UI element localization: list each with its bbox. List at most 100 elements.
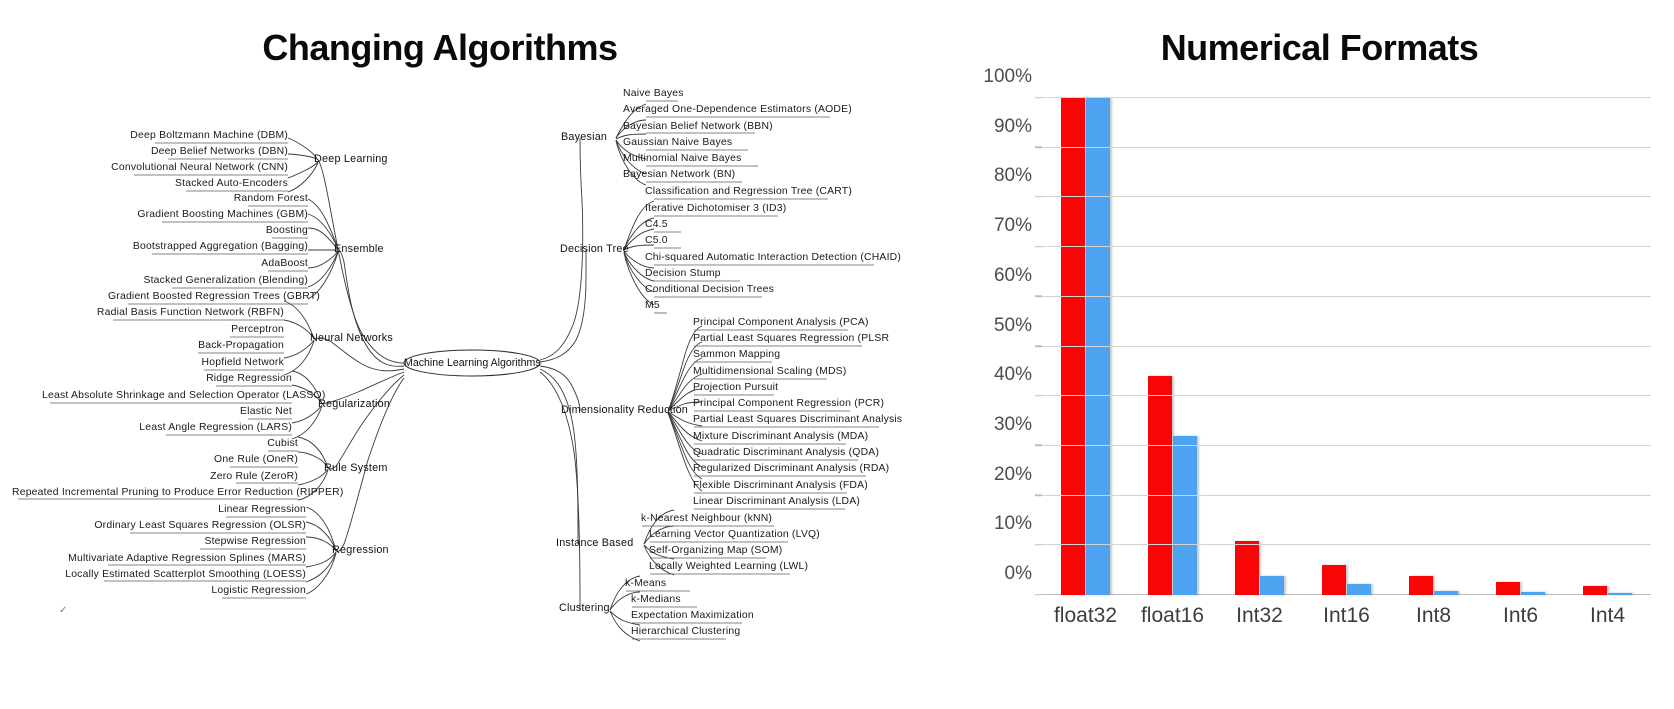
leaf-som: Self-Organizing Map (SOM) [649,545,783,556]
leaf-naive-bayes: Naive Bayes [623,88,684,99]
leaf-logistic-regression: Logistic Regression [211,585,306,596]
leaf-hierarchical-clustering: Hierarchical Clustering [631,626,741,637]
y-axis-tick-label: 10% [993,513,1032,535]
leaf-ripper: Repeated Incremental Pruning to Produce … [12,487,344,498]
leaf-stepwise-regression: Stepwise Regression [204,536,306,547]
bar-energy[interactable] [1061,98,1085,595]
leaf-perceptron: Perceptron [231,324,284,335]
y-tick-mark [1035,96,1042,99]
branch-bayesian: Bayesian [561,131,608,143]
leaf-decision-stump: Decision Stump [645,268,721,279]
leaf-random-forest: Random Forest [233,193,308,204]
x-axis-tick-label: Int8 [1415,604,1452,627]
bar-energy[interactable] [1409,576,1433,595]
bar-energy[interactable] [1496,581,1520,595]
numerical-formats-chart: float32 float16 Int32 Int16 Int8 Int6 Int4 0% 1… [905,0,1674,709]
branch-neural-networks: Neural Networks [310,332,394,344]
leaf-one-rule: One Rule (OneR) [214,454,298,465]
leaf-c45: C4.5 [645,219,668,230]
y-tick-mark [1035,295,1042,298]
y-axis-tick-label: 40% [993,364,1032,386]
leaf-deep-belief-networks: Deep Belief Networks (DBN) [150,146,288,157]
branch-ensemble: Ensemble [334,243,384,255]
bar-energy[interactable] [1322,565,1346,595]
y-tick-mark [1035,146,1042,148]
leaf-lda: Linear Discriminant Analysis (LDA) [693,496,861,507]
x-axis-tick-label: Int6 [1502,604,1539,627]
leaf-fda: Flexible Discriminant Analysis (FDA) [693,480,868,491]
leaf-bayesian-belief-network: Bayesian Belief Network (BBN) [623,121,773,132]
machine-learning-mindmap: Machine Learning Algorithms Deep Learnin… [0,0,905,709]
y-axis-tick-label: 90% [993,115,1032,137]
bar-silicon-area[interactable] [1260,575,1284,595]
y-grid-line [1042,594,1651,595]
leaf-pca: Principal Component Analysis (PCA) [693,317,869,328]
y-grid-line [1042,395,1651,397]
y-tick-mark [1035,394,1042,397]
leaf-k-means: k-Means [625,578,667,589]
y-grid-line [1042,345,1651,347]
x-axis-tick-label: Int4 [1589,604,1626,627]
bar-energy[interactable] [1235,541,1259,595]
branch-regularization: Regularization [318,398,391,410]
y-tick-mark [1035,245,1042,248]
leaf-zero-rule: Zero Rule (ZeroR) [210,471,298,482]
leaf-cubist: Cubist [267,438,298,449]
leaf-radial-basis-function-network: Radial Basis Function Network (RBFN) [96,307,284,318]
y-tick-mark [1035,494,1042,496]
leaf-stacked-generalization: Stacked Generalization (Blending) [143,275,308,286]
leaf-gaussian-naive-bayes: Gaussian Naive Bayes [623,137,733,148]
branch-instance-based: Instance Based [556,537,634,549]
leaf-id3: Iterative Dichotomiser 3 (ID3) [645,203,787,214]
y-tick-mark [1035,345,1042,347]
changing-algorithms-panel: Changing Algorithms Machine Learning Alg… [0,0,905,709]
numerical-formats-panel: Numerical Formats float32 float16 Int32 Int… [905,0,1674,709]
leaf-adaboost: AdaBoost [261,258,308,269]
y-axis-tick-label: 50% [993,314,1032,336]
leaf-pls-discriminant-analysis: Partial Least Squares Discriminant Analy… [693,414,903,425]
y-grid-line [1042,544,1651,546]
chart-bars-container: float32 float16 Int32 Int16 Int8 Int6 Int4 [1042,98,1651,627]
bar-group: Int16 [1303,98,1390,627]
leaf-c50: C5.0 [645,235,668,246]
y-axis-tick-label: 100% [983,66,1032,87]
leaf-lwl: Locally Weighted Learning (LWL) [649,561,809,572]
bar-group: Int6 [1477,98,1564,627]
leaf-mda: Mixture Discriminant Analysis (MDA) [693,431,869,442]
y-grid-line [1042,246,1651,248]
leaf-projection-pursuit: Projection Pursuit [693,382,779,393]
leaf-qda: Quadratic Discriminant Analysis (QDA) [693,447,880,458]
branch-rule-system: Rule System [324,462,388,474]
y-tick-mark [1035,444,1042,447]
branch-regression: Regression [332,544,389,556]
x-axis-tick-label: Int16 [1323,604,1370,627]
leaf-mds: Multidimensional Scaling (MDS) [693,366,847,377]
leaf-back-propagation: Back-Propagation [198,340,284,351]
bar-group: Int4 [1564,98,1651,627]
y-axis-tick-label: 80% [993,165,1032,187]
y-grid-line [1042,444,1651,446]
bar-silicon-area[interactable] [1173,435,1197,595]
bar-silicon-area[interactable] [1086,98,1110,595]
leaf-knn: k-Nearest Neighbour (kNN) [641,513,773,524]
y-tick-mark [1035,196,1042,198]
leaf-deep-boltzmann-machine: Deep Boltzmann Machine (DBM) [130,130,288,141]
leaf-ordinary-least-squares-regression: Ordinary Least Squares Regression (OLSR) [94,520,306,531]
chart-plot-area: float32 float16 Int32 Int16 Int8 Int6 Int4 0% 1… [983,66,1651,627]
leaf-sammon-mapping: Sammon Mapping [693,349,781,360]
bar-group: Int8 [1390,98,1477,627]
leaf-bayesian-network: Bayesian Network (BN) [623,169,736,180]
bar-energy[interactable] [1148,376,1172,595]
leaf-k-medians: k-Medians [631,594,681,605]
leaf-pcr: Principal Component Regression (PCR) [693,398,885,409]
leaf-bootstrapped-aggregation: Bootstrapped Aggregation (Bagging) [132,241,308,252]
leaf-convolutional-neural-network: Convolutional Neural Network (CNN) [111,162,288,173]
leaf-lasso: Least Absolute Shrinkage and Selection O… [42,390,326,401]
branch-dimensionality-reduction: Dimensionality Reduction [561,404,689,416]
y-grid-line [1042,295,1651,297]
y-tick-mark [1035,593,1042,596]
bar-group: Int32 [1216,98,1303,627]
leaf-linear-regression: Linear Regression [218,504,306,515]
y-axis-tick-label: 30% [993,413,1032,435]
y-tick-mark [1035,544,1042,546]
